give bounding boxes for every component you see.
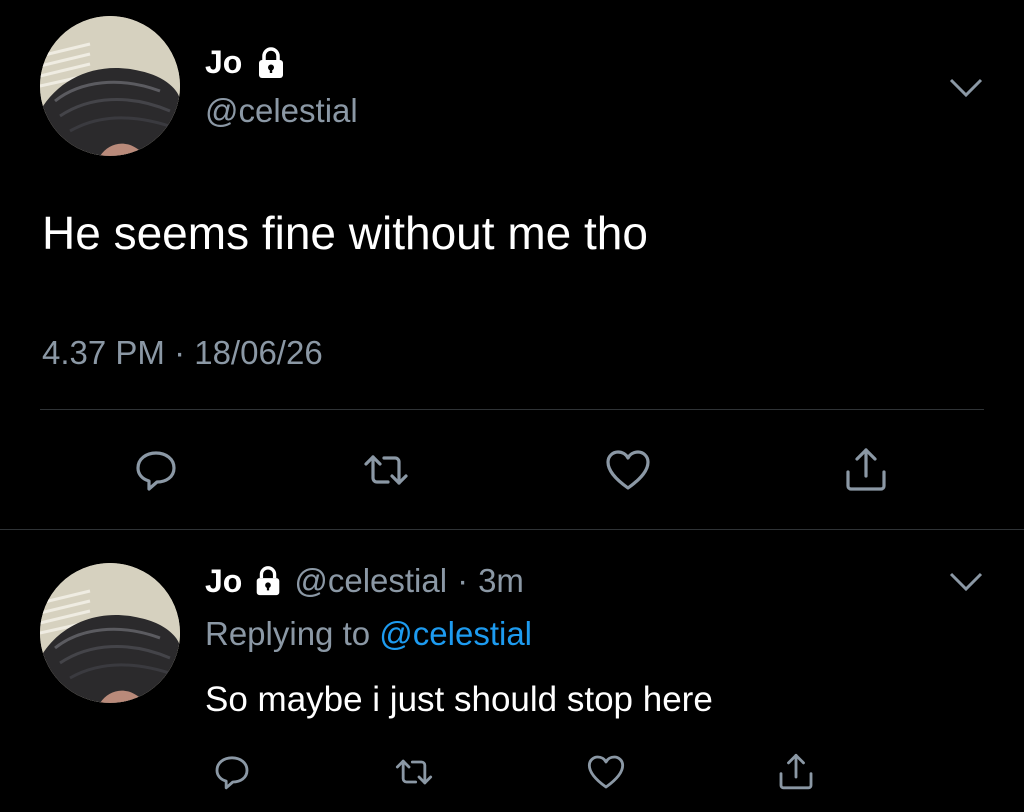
reply-text: So maybe i just should stop here — [205, 680, 713, 719]
main-tweet: Jo @celestial He seems fine without me t… — [0, 0, 1024, 530]
author-row: Jo — [205, 44, 288, 81]
like-icon[interactable] — [586, 752, 626, 792]
author-handle[interactable]: @celestial — [205, 92, 358, 130]
divider — [40, 409, 984, 410]
lock-icon — [254, 46, 288, 80]
avatar-image — [40, 16, 180, 156]
share-icon[interactable] — [842, 446, 890, 494]
author-name[interactable]: Jo — [205, 44, 242, 81]
reply-icon[interactable] — [212, 752, 252, 792]
lock-icon — [252, 565, 284, 597]
replying-to-mention[interactable]: @celestial — [379, 615, 532, 652]
avatar[interactable] — [40, 16, 180, 156]
tweet-text: He seems fine without me tho — [42, 207, 648, 259]
reply-icon[interactable] — [132, 446, 180, 494]
like-icon[interactable] — [604, 446, 652, 494]
share-icon[interactable] — [776, 752, 816, 792]
author-name[interactable]: Jo — [205, 563, 242, 600]
thread-divider — [0, 529, 1024, 530]
replying-to-line: Replying to @celestial — [205, 615, 532, 653]
retweet-icon[interactable] — [362, 446, 410, 494]
meta-separator: · — [457, 562, 469, 599]
avatar-image — [40, 563, 180, 703]
tweet-timestamp[interactable]: 4.37 PM · 18/06/26 — [42, 334, 323, 372]
replying-to-label: Replying to — [205, 615, 371, 652]
retweet-icon[interactable] — [394, 752, 434, 792]
chevron-down-icon[interactable] — [948, 570, 984, 594]
tweet-time-ago[interactable]: 3m — [478, 562, 524, 600]
avatar[interactable] — [40, 563, 180, 703]
tweet-thread: Jo @celestial He seems fine without me t… — [0, 0, 1024, 812]
reply-header: Jo @celestial · 3m — [205, 562, 524, 600]
chevron-down-icon[interactable] — [948, 76, 984, 100]
author-handle[interactable]: @celestial — [294, 562, 447, 600]
